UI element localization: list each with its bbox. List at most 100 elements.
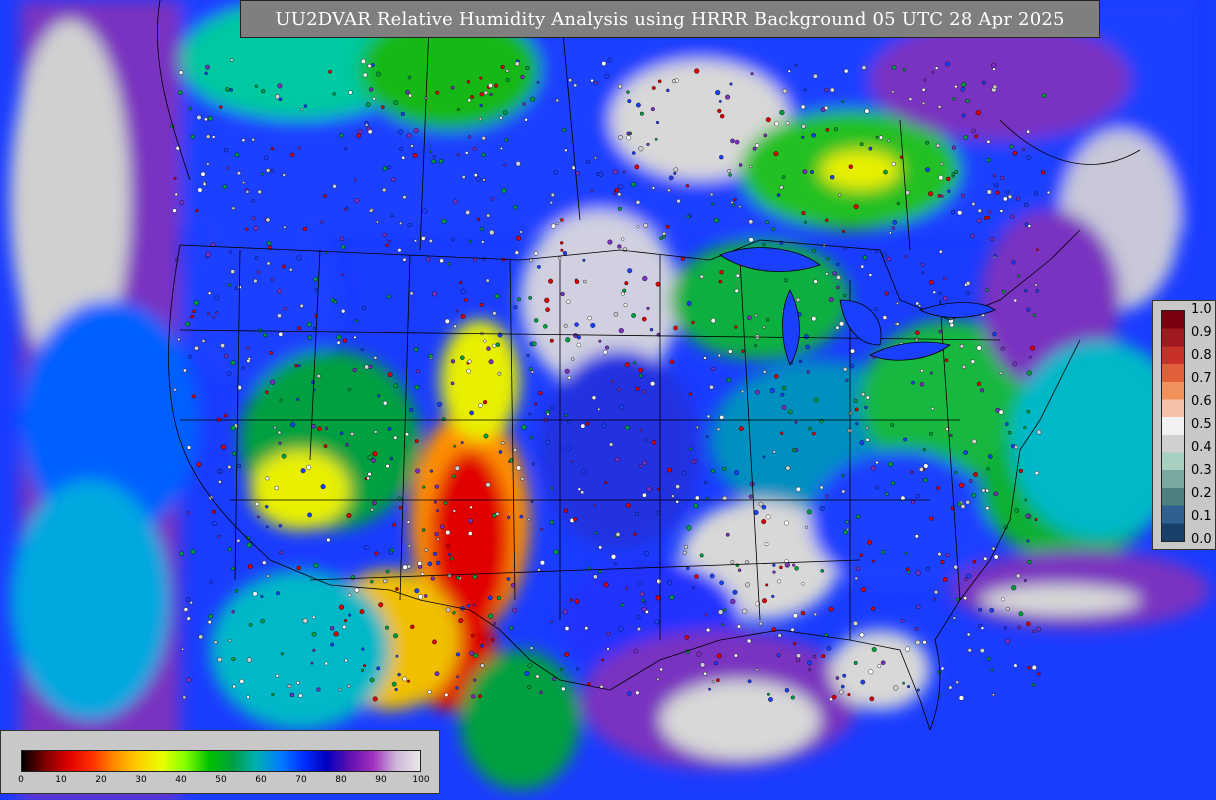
observation-dot (1007, 430, 1012, 435)
observation-dot (633, 532, 637, 536)
observation-dot (433, 500, 437, 504)
observation-dot (762, 598, 768, 604)
observation-dot (513, 305, 518, 310)
observation-dot (915, 493, 920, 499)
observation-dot (804, 525, 808, 529)
observation-dot (961, 81, 967, 87)
observation-dot (530, 370, 534, 374)
observation-dot (173, 388, 177, 392)
observation-dot (273, 426, 277, 430)
observation-dot (1005, 189, 1010, 194)
observation-dot (551, 223, 557, 229)
observation-dot (456, 153, 460, 157)
observation-dot (512, 607, 518, 613)
observation-dot (793, 642, 797, 646)
observation-dot (429, 150, 433, 154)
observation-dot (391, 681, 397, 687)
observation-dot (974, 134, 978, 139)
observation-dot (463, 297, 468, 302)
observation-dot (925, 167, 930, 173)
observation-dot (973, 472, 978, 477)
observation-dot (951, 172, 956, 176)
observation-dot (472, 146, 477, 151)
observation-dot (263, 332, 268, 338)
observation-dot (610, 379, 615, 384)
observation-dot (360, 58, 366, 64)
observation-dot (794, 63, 798, 68)
observation-dot (500, 441, 505, 445)
observation-dot (765, 220, 770, 224)
observation-dot (564, 368, 570, 374)
observation-dot (853, 398, 858, 403)
observation-dot (666, 88, 670, 93)
observation-dot (393, 100, 399, 106)
observation-dot (719, 415, 725, 420)
observation-dot (933, 597, 937, 601)
observation-dot (528, 295, 533, 300)
observation-dot (373, 430, 378, 434)
observation-dot (896, 322, 900, 326)
observation-dot (887, 139, 891, 143)
observation-dot (376, 666, 381, 671)
observation-dot (488, 613, 494, 619)
observation-dot (891, 162, 896, 167)
observation-dot (954, 84, 958, 89)
observation-dot (270, 278, 274, 282)
observation-dot (423, 594, 428, 598)
observation-dot (560, 241, 564, 245)
observation-dot (878, 135, 884, 140)
observation-dot (506, 577, 511, 581)
observation-dot (480, 663, 485, 668)
observation-dot (470, 633, 475, 638)
observation-dot (453, 444, 457, 448)
observation-dot (290, 152, 295, 157)
observation-dot (1036, 429, 1042, 435)
observation-dot (447, 262, 451, 266)
observation-dot (344, 658, 348, 663)
observation-dot (558, 256, 562, 260)
observation-dot (414, 239, 417, 243)
observation-dot (330, 642, 335, 647)
observation-dot (928, 431, 933, 436)
observation-dot (230, 269, 235, 274)
observation-dot (439, 258, 444, 263)
observation-dot (642, 316, 647, 322)
observation-dot (198, 634, 203, 640)
observation-dot (207, 620, 212, 624)
observation-dot (347, 387, 352, 392)
observation-dot (601, 658, 604, 662)
observation-dot (365, 123, 369, 127)
observation-dot (730, 138, 735, 144)
observation-dot (762, 242, 766, 246)
observation-dot (795, 297, 801, 303)
observation-dot (862, 255, 867, 260)
observation-dot (776, 653, 781, 658)
observation-dot (853, 660, 858, 665)
observation-dot (524, 118, 528, 122)
observation-dot (708, 687, 711, 691)
observation-dot (409, 407, 414, 413)
observation-dot (339, 236, 345, 242)
observation-dot (247, 564, 253, 569)
observation-dot (725, 532, 730, 537)
observation-dot (860, 679, 866, 685)
observation-dot (637, 581, 643, 586)
observation-dot (695, 426, 699, 429)
observation-dot (961, 113, 966, 118)
observation-dot (372, 500, 377, 506)
observation-dot (312, 648, 316, 652)
observation-dot (553, 169, 558, 175)
observation-dot (711, 202, 715, 206)
colorbar-right-tick: 0.4 (1191, 440, 1212, 455)
observation-dot (246, 657, 252, 663)
observation-dot (713, 217, 719, 223)
observation-dot (764, 542, 769, 547)
observation-dot (819, 485, 824, 490)
observation-dot (790, 627, 795, 632)
observation-dot (519, 514, 524, 519)
observation-dot (570, 598, 574, 602)
observation-dot (363, 664, 367, 668)
observation-dot (520, 476, 525, 481)
observation-dot (320, 220, 324, 224)
observation-dot (686, 566, 690, 571)
